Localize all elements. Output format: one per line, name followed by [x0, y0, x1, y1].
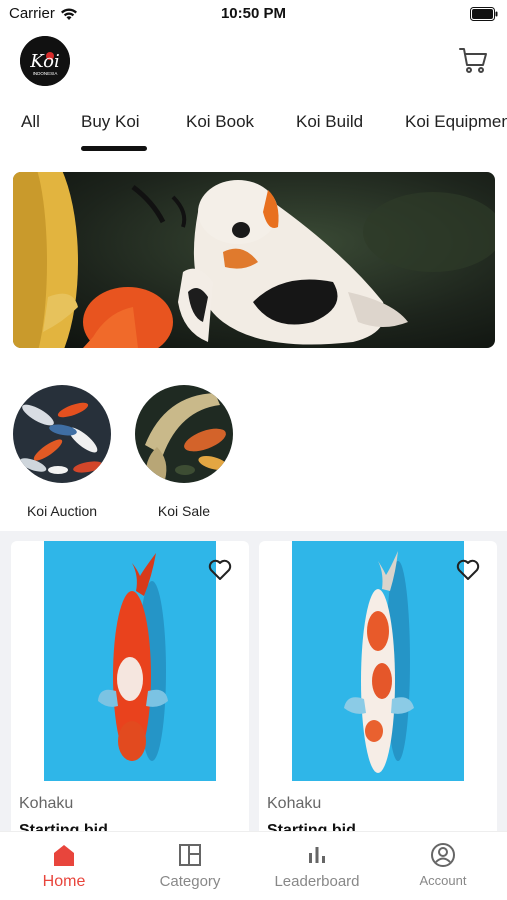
leaderboard-icon: [309, 847, 325, 863]
tab-koi-book[interactable]: Koi Book: [186, 112, 254, 132]
home-icon: [54, 845, 74, 866]
nav-category[interactable]: Category: [130, 842, 250, 890]
brand-logo[interactable]: Koi INDONESIA: [20, 36, 70, 86]
banner-image: [13, 172, 495, 348]
product-grid: Kohaku Starting bid Kohaku Starting bid: [0, 531, 507, 831]
bottom-navigation: Home Category Leaderboard Account: [0, 831, 507, 900]
koi-auction-image: [13, 385, 111, 483]
category-tabs: All Buy Koi Koi Book Koi Build Koi Equip…: [0, 100, 507, 156]
favorite-heart-icon[interactable]: [207, 557, 233, 583]
logo-mark: Koi INDONESIA: [20, 36, 70, 86]
category-shortcuts: Koi Auction Koi Sale: [0, 385, 507, 525]
nav-label: Account: [419, 873, 467, 888]
logo-subtext: INDONESIA: [33, 71, 58, 76]
category-koi-sale[interactable]: Koi Sale: [134, 385, 234, 519]
logo-text: Koi: [29, 51, 60, 72]
category-icon: [179, 844, 201, 866]
nav-label: Home: [42, 873, 86, 890]
battery-icon: [470, 7, 498, 21]
active-tab-indicator: [81, 146, 147, 151]
product-image: [292, 541, 464, 781]
status-time: 10:50 PM: [220, 5, 287, 22]
category-label: Koi Auction: [26, 503, 98, 519]
product-bid-label: Starting bid: [19, 822, 108, 831]
product-name: Kohaku: [19, 795, 74, 812]
nav-label: Leaderboard: [274, 873, 360, 890]
account-icon: [431, 843, 455, 867]
favorite-heart-icon[interactable]: [455, 557, 481, 583]
tab-buy-koi[interactable]: Buy Koi: [81, 112, 140, 132]
app-header: Koi INDONESIA: [0, 30, 507, 92]
product-card[interactable]: Kohaku Starting bid: [259, 541, 497, 831]
nav-leaderboard[interactable]: Leaderboard: [257, 842, 377, 890]
cart-icon[interactable]: [457, 44, 489, 76]
koi-sale-image: [135, 385, 233, 483]
tab-koi-build[interactable]: Koi Build: [296, 112, 363, 132]
tab-koi-equipment[interactable]: Koi Equipment: [405, 112, 507, 132]
product-name: Kohaku: [267, 795, 322, 812]
nav-account[interactable]: Account: [383, 842, 503, 888]
tab-all[interactable]: All: [21, 112, 40, 132]
status-bar: Carrier 10:50 PM: [0, 0, 507, 30]
category-label: Koi Sale: [157, 503, 211, 519]
promo-banner[interactable]: [13, 172, 495, 348]
product-image: [44, 541, 216, 781]
product-bid-label: Starting bid: [267, 822, 356, 831]
category-koi-auction[interactable]: Koi Auction: [12, 385, 112, 519]
product-card[interactable]: Kohaku Starting bid: [11, 541, 249, 831]
nav-home[interactable]: Home: [4, 842, 124, 891]
nav-label: Category: [159, 873, 221, 890]
